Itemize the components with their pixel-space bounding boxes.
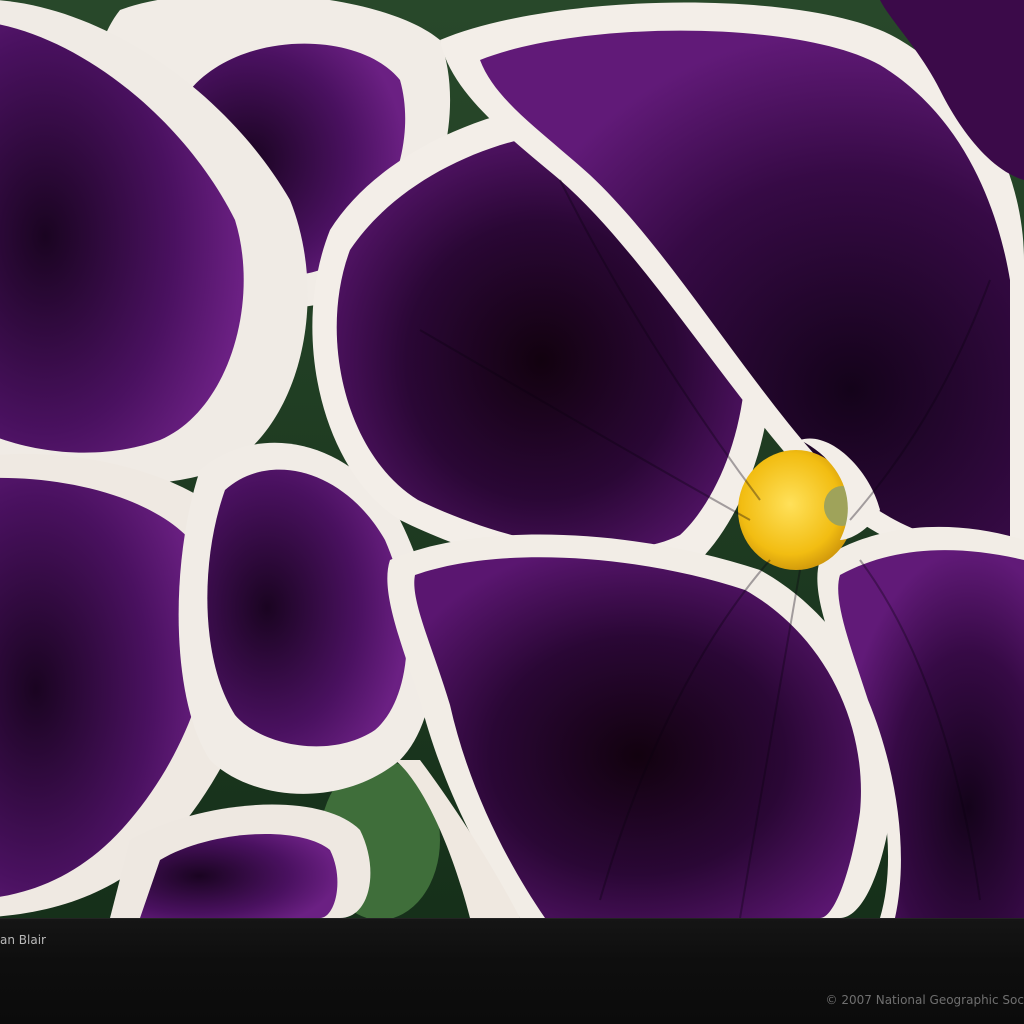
- pansy-illustration: [0, 0, 1024, 918]
- caption-bar: an Blair © 2007 National Geographic Soc: [0, 918, 1024, 1024]
- copyright-notice: © 2007 National Geographic Soc: [825, 993, 1024, 1007]
- pansy-photo: [0, 0, 1024, 918]
- photo-credit: an Blair: [0, 933, 46, 947]
- wallpaper-frame: an Blair © 2007 National Geographic Soc: [0, 0, 1024, 1024]
